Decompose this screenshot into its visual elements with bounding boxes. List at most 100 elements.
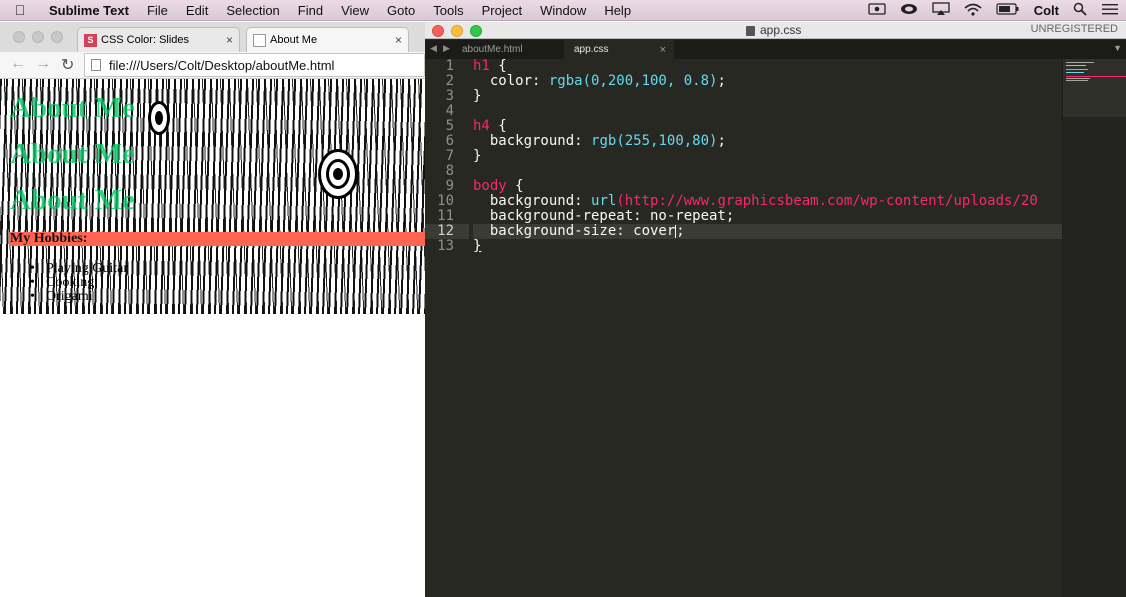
code-token: } bbox=[473, 148, 482, 164]
screen-record-icon[interactable] bbox=[861, 3, 893, 18]
css-args: (255,100,80) bbox=[616, 133, 718, 149]
notification-list-icon[interactable] bbox=[1094, 3, 1126, 19]
heading-about-me: About Me bbox=[10, 92, 135, 124]
menu-file[interactable]: File bbox=[138, 3, 177, 18]
code-line[interactable]: } bbox=[473, 149, 1062, 164]
minimap-viewport[interactable] bbox=[1063, 59, 1126, 117]
code-token: { bbox=[489, 118, 507, 134]
wood-knot-center bbox=[333, 168, 343, 180]
window-zoom-button[interactable] bbox=[51, 31, 63, 43]
menu-goto[interactable]: Goto bbox=[378, 3, 424, 18]
tab-close-icon[interactable]: × bbox=[660, 44, 666, 56]
hobbies-heading: My Hobbies: bbox=[9, 232, 425, 246]
line-number: 11 bbox=[437, 208, 454, 224]
hobby-list: Playing Guitar Cooking Origami bbox=[30, 262, 128, 305]
code-token: } bbox=[473, 88, 482, 104]
tab-next-icon[interactable]: ▶ bbox=[443, 43, 450, 54]
code-line[interactable]: } bbox=[473, 239, 1062, 254]
tab-close-icon[interactable]: × bbox=[395, 33, 402, 47]
page-viewport: About Me About Me About Me My Hobbies: P… bbox=[0, 79, 425, 597]
code-token: ; bbox=[717, 133, 726, 149]
reload-icon[interactable]: ↻ bbox=[61, 55, 74, 75]
code-line[interactable]: } bbox=[473, 89, 1062, 104]
minimap-line bbox=[1066, 80, 1088, 81]
creative-cloud-icon[interactable] bbox=[893, 3, 925, 18]
menu-help[interactable]: Help bbox=[595, 3, 640, 18]
minimap[interactable] bbox=[1062, 59, 1126, 597]
tab-list-menu-icon[interactable]: ▼ bbox=[1113, 43, 1122, 53]
editor-tab-aboutme-html[interactable]: aboutMe.html bbox=[452, 40, 562, 59]
wood-knot-center bbox=[155, 111, 163, 125]
window-close-button[interactable] bbox=[432, 25, 444, 37]
code-area[interactable]: h1 { color: rgba(0,200,100, 0.8); } h4 {… bbox=[473, 59, 1062, 254]
code-editor[interactable]: 1 2 3 4 5 6 7 8 9 10 11 12 13 h1 { color… bbox=[425, 59, 1062, 597]
window-minimize-button[interactable] bbox=[32, 31, 44, 43]
sublime-title-bar: app.css UNREGISTERED bbox=[425, 22, 1126, 39]
browser-tab-strip: S CSS Color: Slides × About Me × bbox=[0, 22, 425, 52]
css-function: rgb bbox=[591, 133, 617, 149]
editor-tab-app-css[interactable]: app.css × bbox=[564, 40, 674, 59]
menu-view[interactable]: View bbox=[332, 3, 378, 18]
css-args: (0,200,100, 0.8) bbox=[582, 73, 718, 89]
line-number: 8 bbox=[445, 163, 454, 179]
minimap-line bbox=[1066, 72, 1084, 73]
minimap-line bbox=[1066, 69, 1088, 70]
css-selector: h4 bbox=[473, 118, 490, 134]
menu-project[interactable]: Project bbox=[473, 3, 531, 18]
code-line[interactable] bbox=[473, 164, 1062, 179]
heading-about-me: About Me bbox=[10, 184, 135, 216]
minimap-line bbox=[1066, 78, 1090, 79]
tab-close-icon[interactable]: × bbox=[226, 33, 233, 47]
line-number: 7 bbox=[445, 148, 454, 164]
address-bar[interactable]: file:///Users/Colt/Desktop/aboutMe.html bbox=[84, 53, 425, 77]
list-item: Origami bbox=[30, 290, 128, 305]
minimap-line bbox=[1066, 65, 1086, 66]
document-favicon-icon bbox=[253, 33, 266, 47]
back-arrow-icon[interactable]: ← bbox=[10, 55, 26, 73]
code-line[interactable]: h1 { bbox=[473, 59, 1062, 74]
menu-app-name[interactable]: Sublime Text bbox=[40, 3, 138, 18]
menu-window[interactable]: Window bbox=[531, 3, 595, 18]
code-line[interactable] bbox=[473, 104, 1062, 119]
code-token: { bbox=[489, 59, 507, 74]
menu-edit[interactable]: Edit bbox=[177, 3, 217, 18]
battery-icon[interactable] bbox=[989, 3, 1027, 18]
file-icon bbox=[746, 26, 755, 36]
tab-prev-icon[interactable]: ◀ bbox=[430, 43, 437, 54]
unregistered-label: UNREGISTERED bbox=[1030, 23, 1118, 35]
window-close-button[interactable] bbox=[13, 31, 25, 43]
line-number: 4 bbox=[445, 103, 454, 119]
code-line[interactable]: background-repeat: no-repeat; bbox=[473, 209, 1062, 224]
wifi-icon[interactable] bbox=[957, 3, 989, 19]
browser-window: S CSS Color: Slides × About Me × ← → ↻ f… bbox=[0, 22, 425, 597]
window-zoom-button[interactable] bbox=[470, 25, 482, 37]
search-icon[interactable] bbox=[1066, 2, 1094, 19]
browser-tab-css-color-slides[interactable]: S CSS Color: Slides × bbox=[77, 27, 240, 52]
tab-title: About Me bbox=[270, 34, 318, 46]
address-text: file:///Users/Colt/Desktop/aboutMe.html bbox=[109, 57, 335, 73]
code-line-current[interactable]: background-size: cover; bbox=[473, 224, 1062, 239]
window-minimize-button[interactable] bbox=[451, 25, 463, 37]
airplay-icon[interactable] bbox=[925, 2, 957, 19]
css-selector: h1 bbox=[473, 59, 490, 74]
css-function: rgba bbox=[548, 73, 583, 89]
forward-arrow-icon[interactable]: → bbox=[35, 55, 51, 73]
browser-tab-about-me[interactable]: About Me × bbox=[246, 27, 409, 52]
menu-selection[interactable]: Selection bbox=[217, 3, 288, 18]
menu-find[interactable]: Find bbox=[289, 3, 332, 18]
apple-icon[interactable]:  bbox=[0, 2, 40, 18]
code-token: ; bbox=[717, 73, 726, 89]
css-property: background: bbox=[473, 133, 592, 149]
line-number: 6 bbox=[445, 133, 454, 149]
code-line[interactable]: h4 { bbox=[473, 119, 1062, 134]
code-line[interactable]: body { bbox=[473, 179, 1062, 194]
line-number-gutter: 1 2 3 4 5 6 7 8 9 10 11 12 13 bbox=[425, 59, 469, 254]
menu-tools[interactable]: Tools bbox=[424, 3, 472, 18]
menu-user-name[interactable]: Colt bbox=[1027, 3, 1066, 18]
line-number: 3 bbox=[445, 88, 454, 104]
code-line[interactable]: background: url(http://www.graphicsbeam.… bbox=[473, 194, 1062, 209]
css-property: background: bbox=[473, 193, 592, 209]
code-token: } bbox=[473, 238, 482, 254]
code-line[interactable]: color: rgba(0,200,100, 0.8); bbox=[473, 74, 1062, 89]
code-line[interactable]: background: rgb(255,100,80); bbox=[473, 134, 1062, 149]
